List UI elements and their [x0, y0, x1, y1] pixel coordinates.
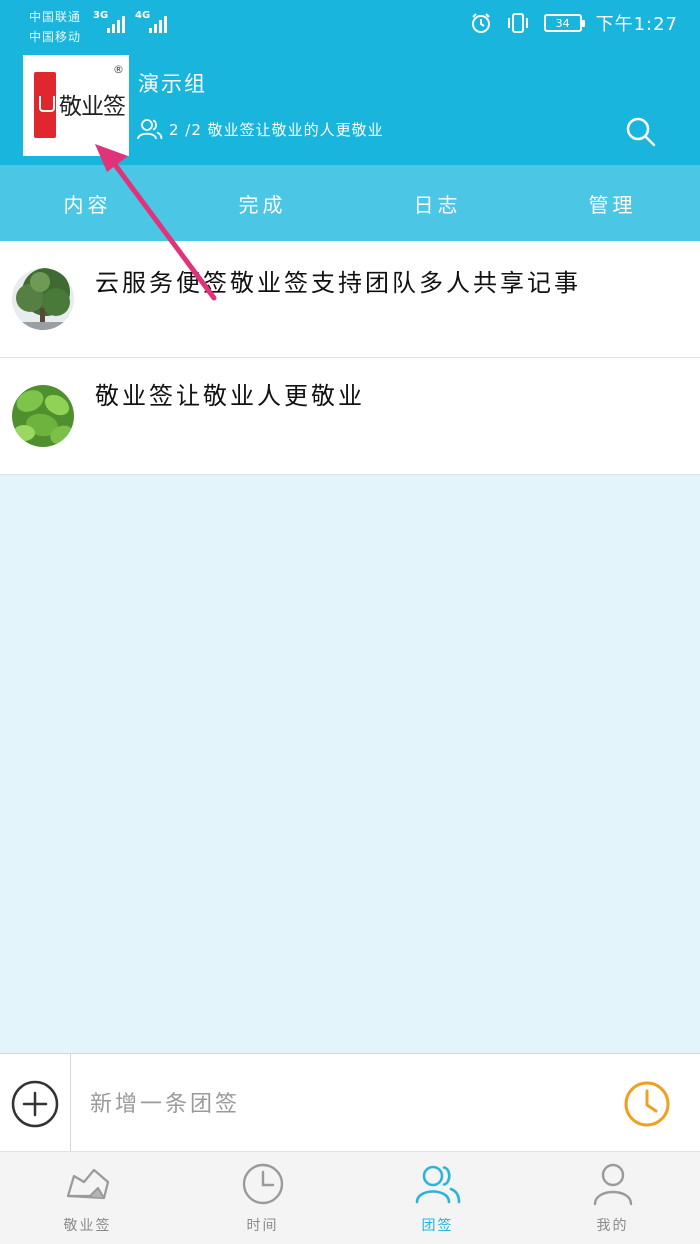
members-icon	[137, 119, 163, 140]
nav-item-team[interactable]: 团签	[350, 1152, 525, 1244]
note-list: 云服务便签敬业签支持团队多人共享记事 敬业签让敬业人更敬业	[0, 241, 700, 475]
bottom-navigation: 敬业签 时间 团签 我的	[0, 1151, 700, 1244]
signal-icon	[107, 13, 125, 33]
note-text: 敬业签让敬业人更敬业	[95, 382, 365, 410]
clock-icon	[242, 1163, 283, 1205]
signal-icon	[149, 13, 167, 33]
nav-item-time[interactable]: 时间	[175, 1152, 350, 1244]
note-icon	[66, 1168, 109, 1200]
group-logo[interactable]: 敬业签 ®	[23, 55, 129, 156]
network-type-1: 3G	[93, 10, 109, 21]
group-header: 中国联通 中国移动 3G 4G 34 下午1:27 敬业签 ® 演示组 2 /2…	[0, 0, 700, 165]
tab-manage[interactable]: 管理	[525, 165, 700, 241]
carrier-name-1: 中国联通	[29, 10, 82, 24]
nav-label: 团签	[421, 1218, 454, 1234]
registered-mark: ®	[113, 63, 124, 76]
nav-label: 我的	[596, 1218, 629, 1234]
alarm-icon	[471, 13, 490, 33]
list-item[interactable]: 云服务便签敬业签支持团队多人共享记事	[0, 241, 700, 358]
logo-brand-text: 敬业签	[59, 94, 126, 120]
profile-icon	[593, 1163, 632, 1206]
note-text: 云服务便签敬业签支持团队多人共享记事	[95, 269, 581, 297]
status-indicators: 34 下午1:27	[470, 10, 678, 36]
status-bar: 中国联通 中国移动 3G 4G 34 下午1:27	[0, 0, 700, 48]
group-name[interactable]: 演示组	[138, 68, 207, 98]
nav-label: 时间	[246, 1218, 279, 1234]
team-icon	[415, 1165, 460, 1204]
tab-content[interactable]: 内容	[0, 165, 175, 241]
tab-completed[interactable]: 完成	[175, 165, 350, 241]
composer-bar	[0, 1053, 700, 1152]
add-icon[interactable]	[11, 1080, 59, 1128]
search-icon[interactable]	[623, 114, 657, 148]
logo-mark	[34, 72, 56, 138]
tab-log[interactable]: 日志	[350, 165, 525, 241]
avatar	[12, 385, 74, 447]
new-note-input[interactable]	[90, 1084, 590, 1124]
avatar	[12, 268, 74, 330]
list-item[interactable]: 敬业签让敬业人更敬业	[0, 358, 700, 475]
status-time: 下午1:27	[595, 14, 678, 35]
group-tabs: 内容 完成 日志 管理	[0, 165, 700, 241]
nav-item-jingyeqian[interactable]: 敬业签	[0, 1152, 175, 1244]
carrier-name-2: 中国移动	[29, 30, 82, 44]
composer-divider	[70, 1054, 71, 1152]
member-info[interactable]: 2 /2 敬业签让敬业的人更敬业	[137, 118, 384, 140]
battery-icon: 34	[543, 14, 585, 32]
member-count-text: 2 /2 敬业签让敬业的人更敬业	[169, 120, 384, 139]
battery-level: 34	[555, 16, 570, 30]
nav-item-mine[interactable]: 我的	[525, 1152, 700, 1244]
vibrate-icon	[507, 13, 528, 33]
clock-icon[interactable]	[622, 1079, 672, 1129]
network-type-2: 4G	[135, 10, 151, 21]
nav-label: 敬业签	[63, 1218, 112, 1234]
